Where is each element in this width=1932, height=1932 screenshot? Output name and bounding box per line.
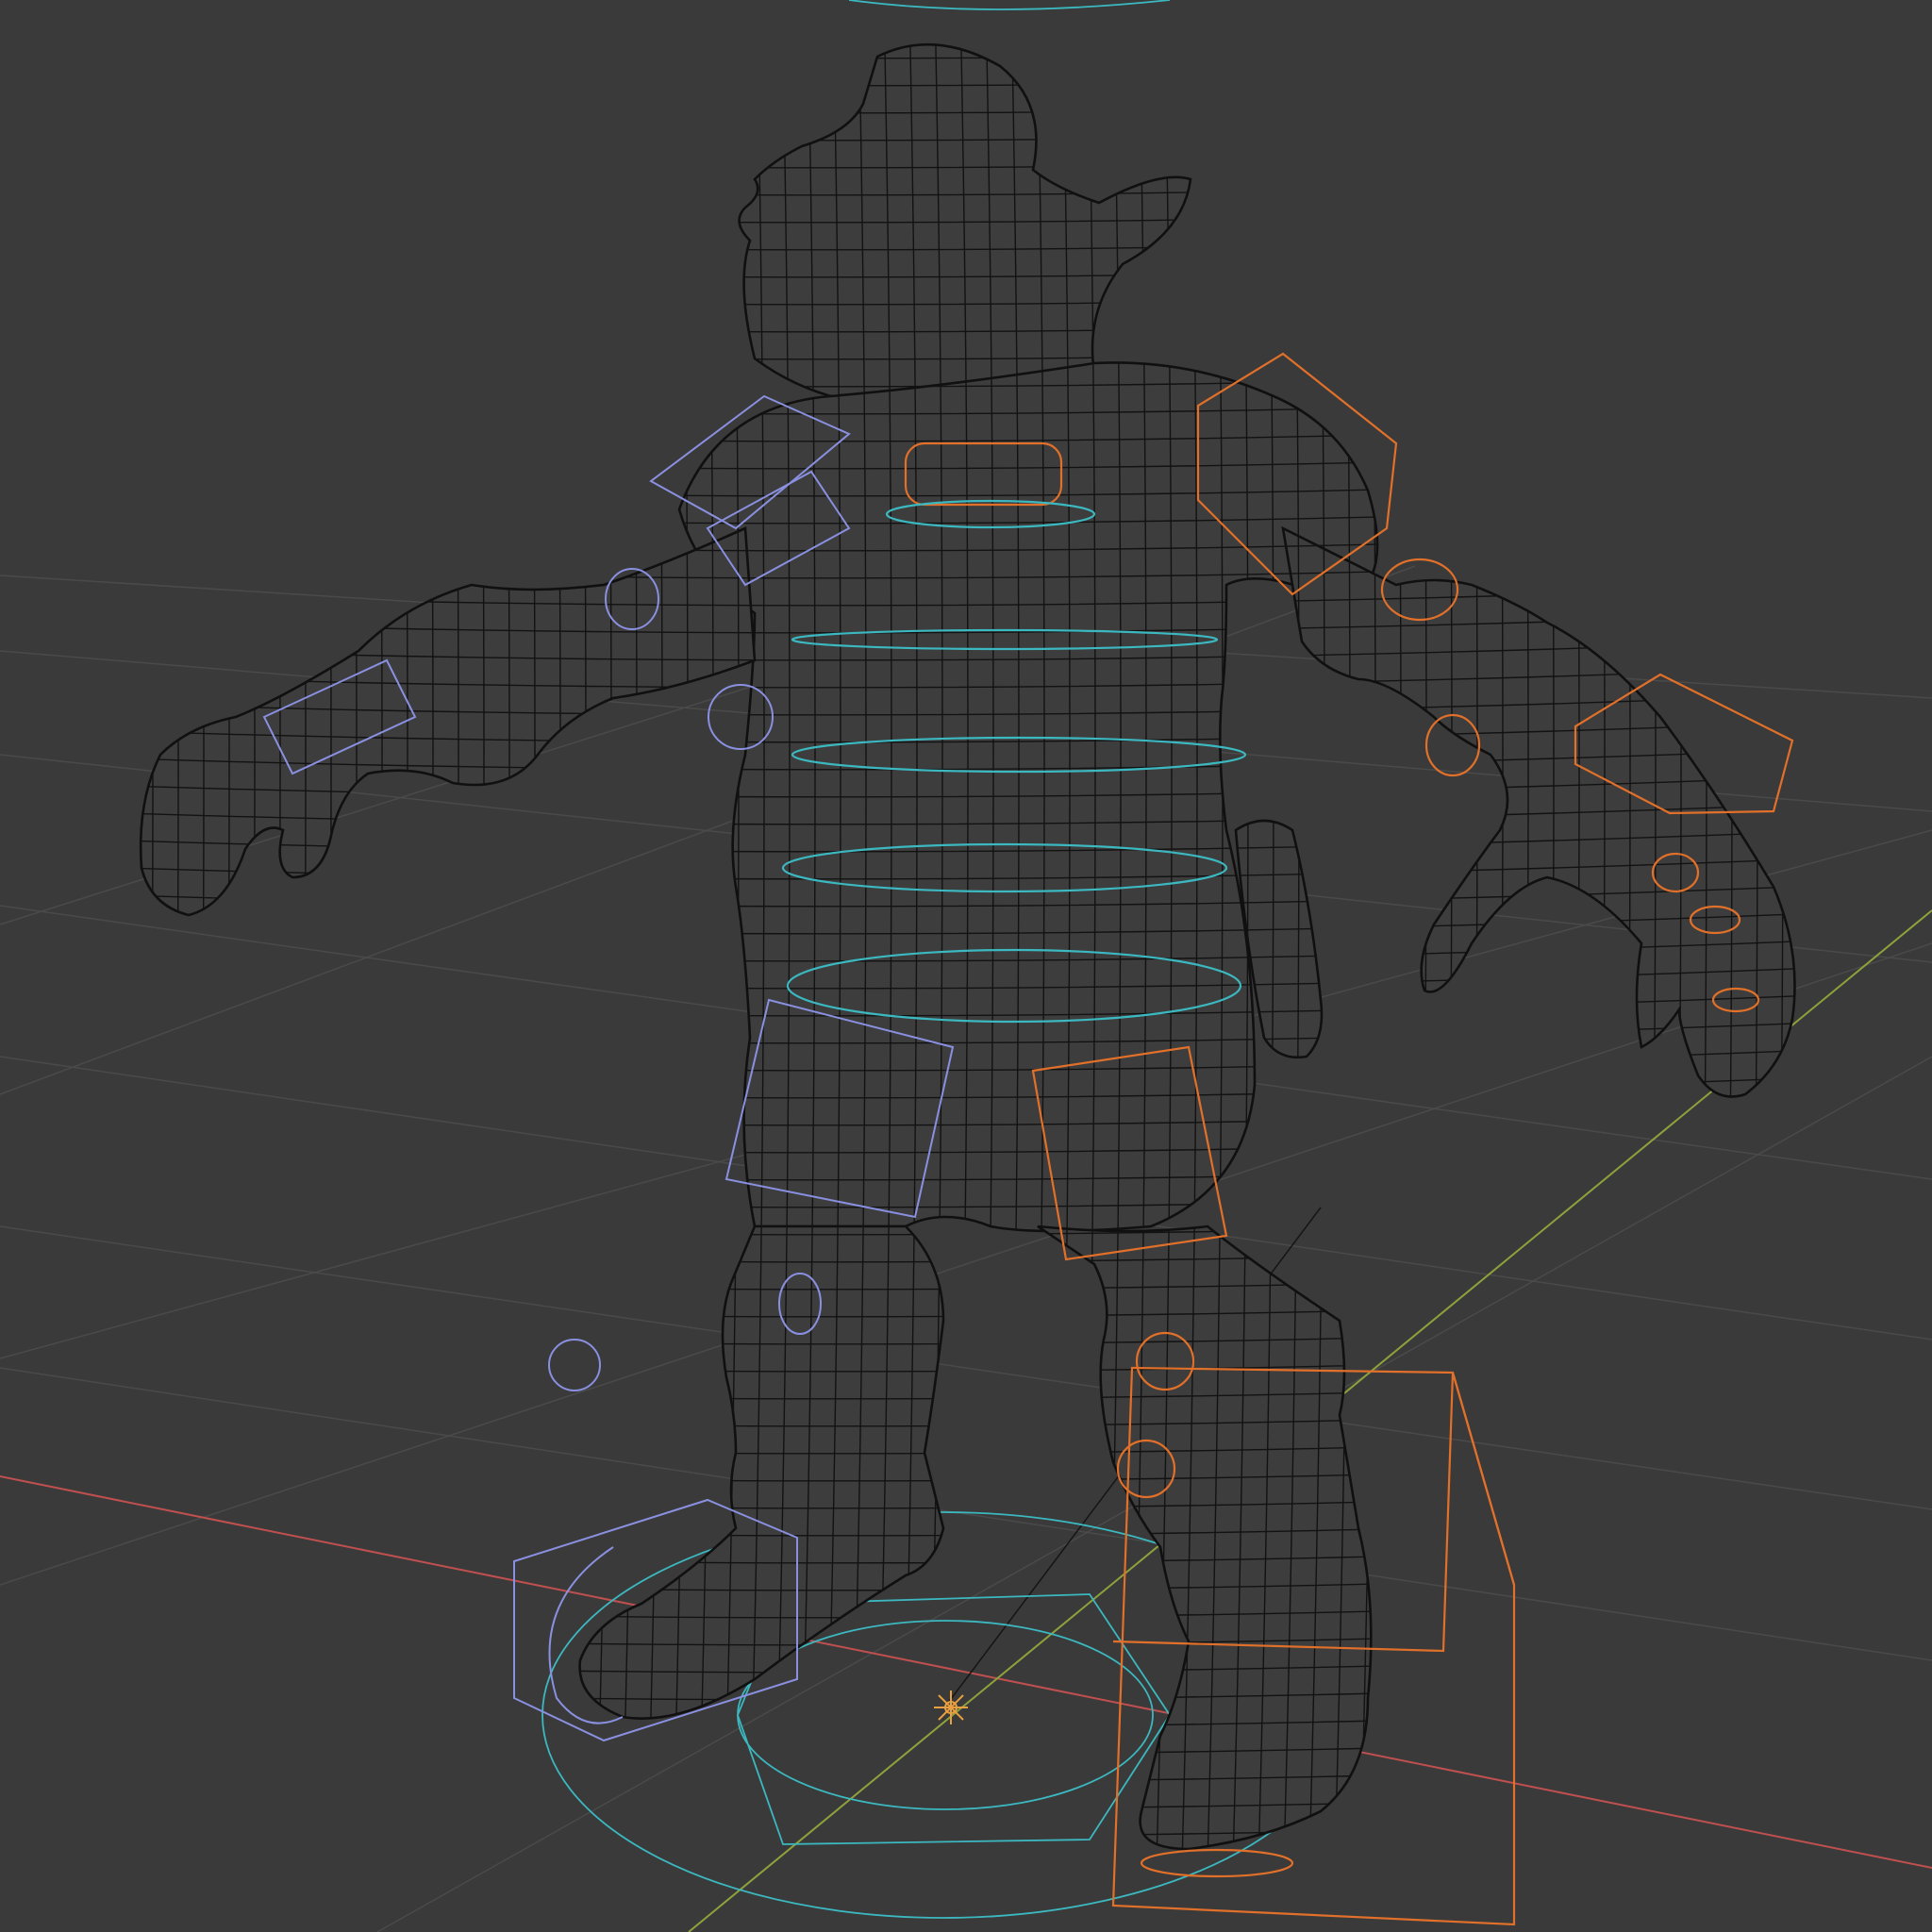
mesh-edge-vertical <box>491 44 510 1849</box>
mesh-edge-horizontal <box>141 1376 1795 1400</box>
mesh-edge-vertical <box>390 44 408 1849</box>
mesh-edge-vertical <box>441 44 459 1849</box>
mesh-edge-horizontal <box>141 1568 1795 1591</box>
mesh-edge-vertical <box>85 0 102 1932</box>
mesh-edge-vertical <box>1612 44 1631 1849</box>
mesh-edge-vertical <box>1842 0 1859 1932</box>
mesh-edge-vertical <box>160 44 179 1849</box>
mesh-edge-vertical <box>288 44 307 1849</box>
mesh-edge-horizontal <box>141 1458 1795 1482</box>
mesh-edge-horizontal <box>141 1404 1795 1427</box>
mesh-edge-horizontal <box>141 1787 1795 1810</box>
mesh-edge-horizontal <box>141 1322 1795 1345</box>
mesh-edge-horizontal <box>94 1897 1840 1919</box>
mesh-edge-vertical <box>1383 44 1402 1849</box>
mesh-edge-vertical <box>1485 44 1504 1849</box>
viewport-canvas[interactable] <box>0 0 1932 1932</box>
mesh-edge-vertical <box>568 44 587 1849</box>
mesh-edge-vertical <box>364 44 383 1849</box>
grid-line <box>0 1225 1932 1510</box>
mesh-edge-horizontal <box>141 1240 1795 1263</box>
mesh-edge-vertical <box>466 44 485 1849</box>
mesh-arm-left[interactable] <box>139 526 757 917</box>
mesh-edge-horizontal <box>141 1841 1795 1849</box>
mesh-edge-horizontal <box>141 1759 1795 1783</box>
mesh-edge-horizontal <box>141 1541 1795 1564</box>
mesh-edge-vertical <box>1536 44 1555 1849</box>
mesh-edge-vertical <box>141 44 154 1849</box>
mesh-edge-horizontal <box>141 1623 1795 1646</box>
mesh-edge-horizontal <box>141 1732 1795 1756</box>
mesh-head[interactable] <box>738 42 1192 408</box>
mesh-edge-vertical <box>237 44 256 1849</box>
mesh-edge-vertical <box>1459 44 1478 1849</box>
pole-target-left[interactable] <box>548 1339 601 1391</box>
mesh-edge-horizontal <box>141 1486 1795 1509</box>
top-circle-control[interactable] <box>848 0 1171 10</box>
mesh-edge-horizontal <box>94 9 1840 31</box>
mesh-edge-vertical <box>1587 44 1606 1849</box>
mesh-edge-horizontal <box>141 1650 1795 1674</box>
crosshair-origin-icon[interactable] <box>934 1690 968 1724</box>
mesh-edge-vertical <box>1561 44 1580 1849</box>
mesh-edge-vertical <box>186 44 205 1849</box>
mesh-edge-vertical <box>313 44 332 1849</box>
mesh-edge-vertical <box>110 0 127 1932</box>
mesh-edge-vertical <box>517 44 536 1849</box>
mesh-edge-horizontal <box>141 1705 1795 1728</box>
mesh-edge-horizontal <box>141 1814 1795 1838</box>
mesh-edge-vertical <box>211 44 230 1849</box>
mesh-edge-vertical <box>262 44 281 1849</box>
mesh-edge-vertical <box>542 44 561 1849</box>
3d-viewport[interactable] <box>0 0 1932 1932</box>
mesh-edge-horizontal <box>141 1677 1795 1701</box>
grid-line <box>0 1367 1932 1661</box>
mesh-edge-horizontal <box>94 1870 1840 1891</box>
mesh-edge-horizontal <box>141 1513 1795 1537</box>
mesh-edge-horizontal <box>141 1431 1795 1455</box>
mesh-edge-horizontal <box>141 1294 1795 1318</box>
character-mesh[interactable] <box>85 0 1859 1932</box>
mesh-edge-vertical <box>1817 0 1834 1932</box>
